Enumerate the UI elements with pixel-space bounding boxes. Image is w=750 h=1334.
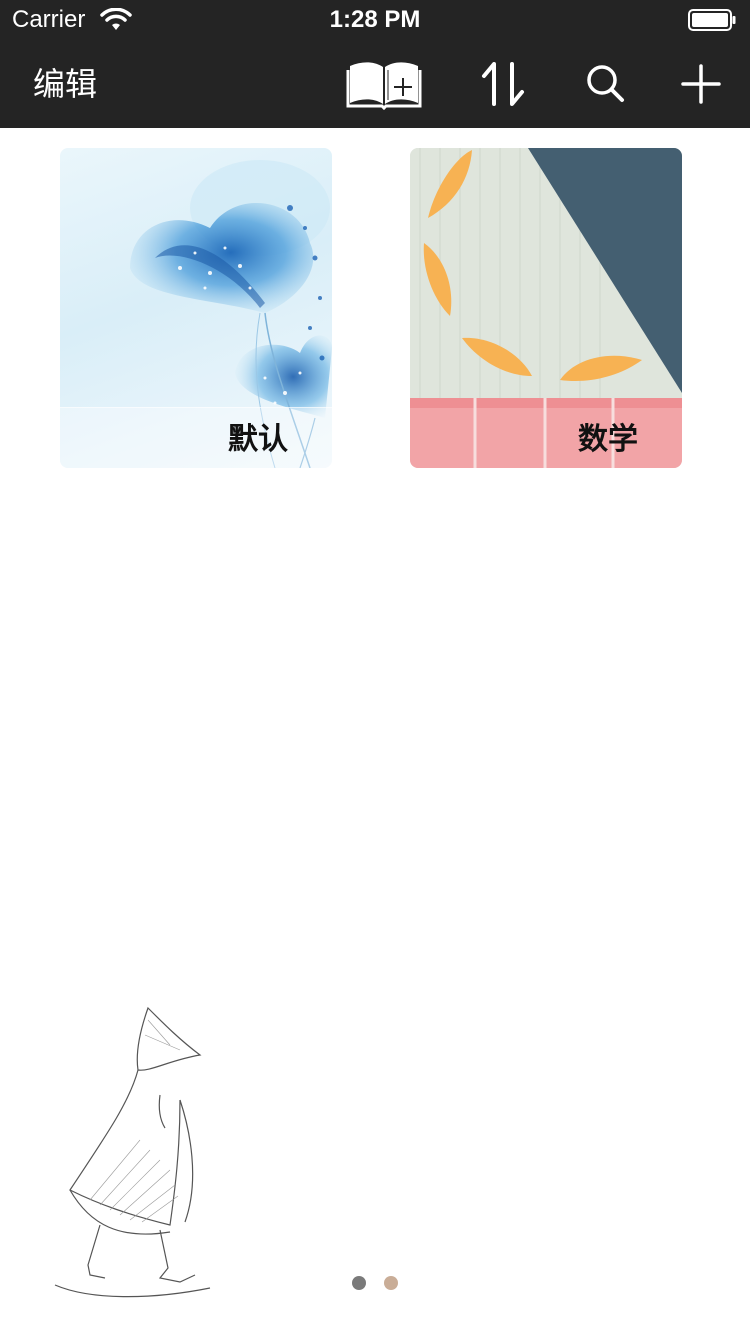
edit-button[interactable]: 编辑 bbox=[33, 64, 97, 104]
page-dot-active[interactable] bbox=[352, 1276, 366, 1290]
sort-icon[interactable] bbox=[480, 58, 526, 110]
leaves-cover-image bbox=[410, 148, 682, 468]
search-icon[interactable] bbox=[584, 58, 626, 110]
book-add-icon[interactable] bbox=[346, 58, 422, 110]
battery-icon bbox=[688, 9, 736, 31]
plus-icon[interactable] bbox=[680, 58, 722, 110]
notebook-card-default[interactable]: 默认 bbox=[60, 148, 332, 468]
notebook-card-math[interactable]: 数学 bbox=[410, 148, 682, 468]
status-time: 1:28 PM bbox=[329, 6, 421, 33]
status-bar: Carrier 1:28 PM bbox=[0, 0, 750, 40]
page-dot[interactable] bbox=[384, 1276, 398, 1290]
hooded-figure-sketch-illustration bbox=[54, 1006, 211, 1298]
notebook-title: 数学 bbox=[578, 422, 638, 457]
notebook-title: 默认 bbox=[228, 422, 288, 457]
card-label-strip bbox=[60, 407, 332, 468]
nav-bar: 编辑 bbox=[0, 40, 750, 128]
page-indicator bbox=[0, 1276, 750, 1292]
